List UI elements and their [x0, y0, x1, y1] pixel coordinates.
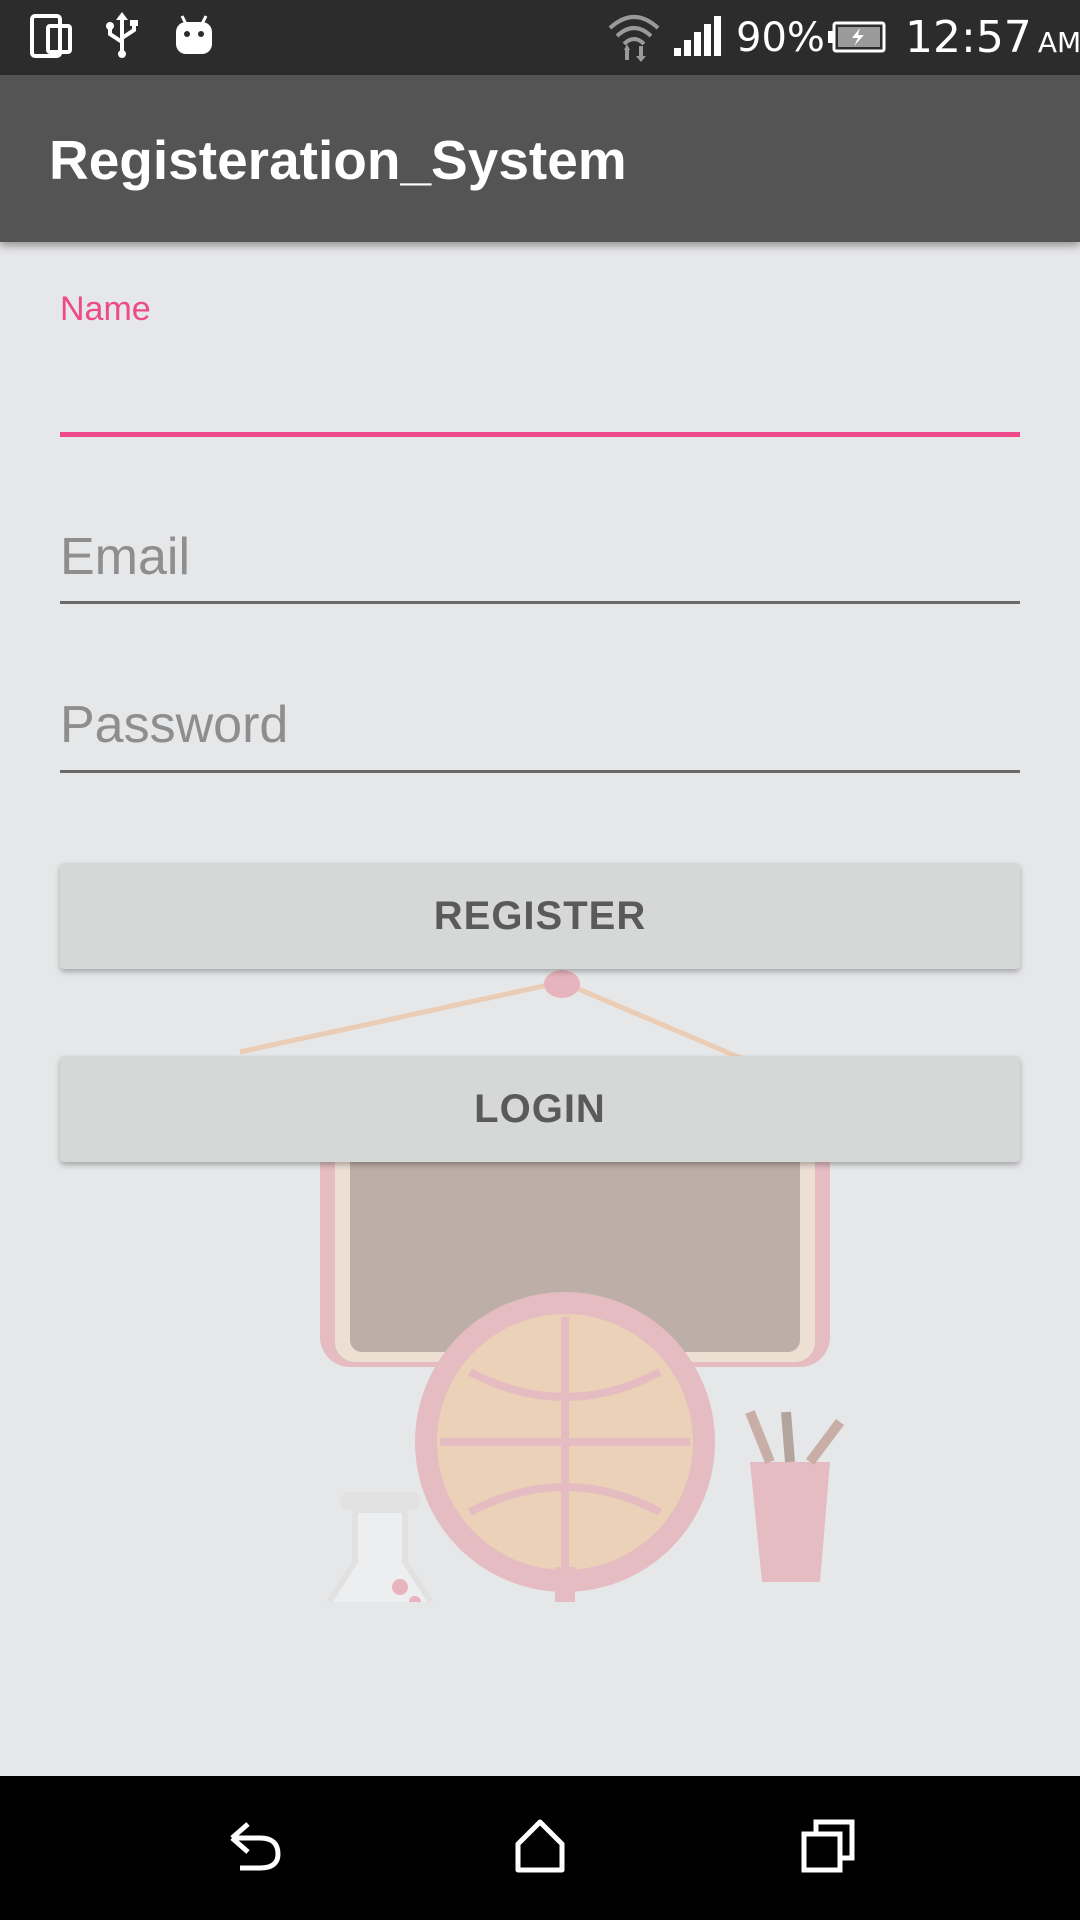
content-area: Name REGISTER LOGIN: [0, 242, 1080, 1776]
battery-percent: 90%: [736, 15, 825, 61]
password-field[interactable]: [60, 690, 1020, 760]
signal-icon: [672, 14, 722, 62]
app-bar: Registeration_System: [0, 75, 1080, 242]
clock: 12:57 AM: [905, 12, 1080, 69]
password-field-underline: [60, 770, 1020, 773]
email-field-underline: [60, 601, 1020, 604]
register-button[interactable]: REGISTER: [60, 863, 1020, 969]
android-icon: [172, 12, 216, 64]
battery-charging-icon: [828, 20, 888, 58]
login-button[interactable]: LOGIN: [60, 1056, 1020, 1162]
clock-time: 12:57: [905, 12, 1032, 63]
education-background-image: [239, 970, 844, 1602]
name-field[interactable]: [60, 362, 1020, 432]
clock-ampm: AM: [1037, 26, 1080, 59]
email-field[interactable]: [60, 522, 1020, 592]
back-icon[interactable]: [222, 1816, 286, 1880]
status-bar: 90% 12:57 AM: [0, 0, 1080, 75]
home-icon[interactable]: [510, 1816, 570, 1880]
navigation-bar: [0, 1776, 1080, 1920]
device-icon: [28, 12, 74, 64]
name-field-label: Name: [60, 290, 151, 328]
app-title: Registeration_System: [49, 129, 627, 191]
usb-icon: [102, 12, 142, 64]
name-field-underline: [60, 432, 1020, 437]
wifi-icon: [606, 10, 662, 68]
recents-icon[interactable]: [798, 1816, 858, 1880]
